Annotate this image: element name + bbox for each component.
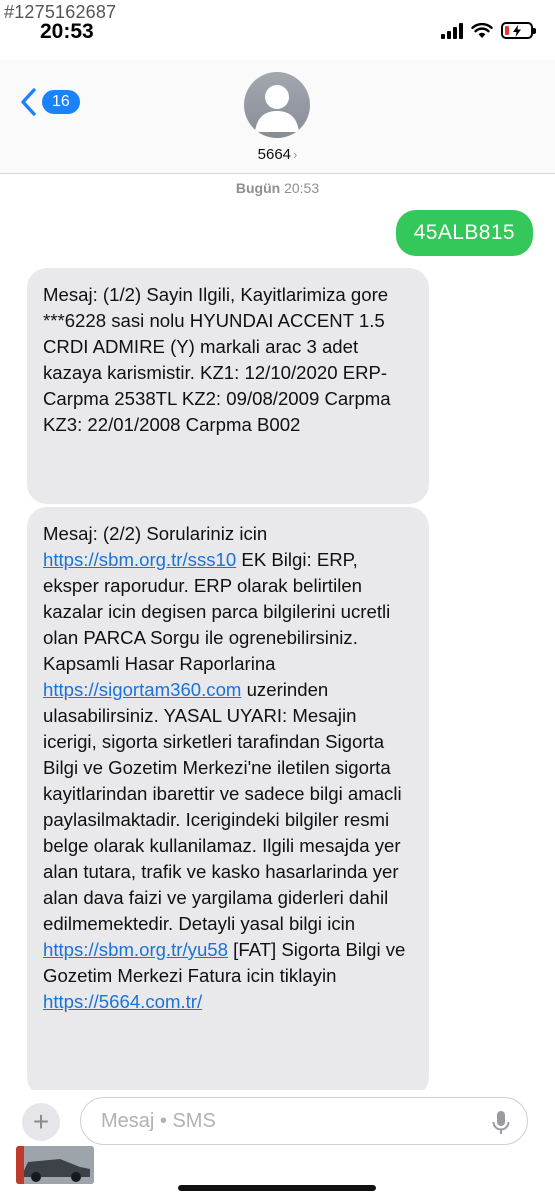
contact-name[interactable]: 5664 › (0, 146, 555, 163)
signal-icon (441, 22, 463, 39)
message-timestamp: Bugün 20:53 (235, 180, 320, 196)
person-icon (255, 85, 299, 132)
conversation-header: 16 5664 › (0, 60, 555, 174)
link-sigortam360[interactable]: https://sigortam360.com (43, 679, 241, 700)
battery-icon (501, 22, 536, 39)
chevron-left-icon (21, 88, 36, 116)
sent-message-bubble[interactable]: 45ALB815 (395, 210, 533, 256)
contact-avatar[interactable] (244, 72, 310, 138)
chevron-right-icon: › (293, 147, 298, 162)
message-text-part: uzerinden ulasabilirsiniz. YASAL UYARI: … (43, 679, 402, 934)
message-text: Mesaj: (1/2) Sayin Ilgili, Kayitlarimiza… (43, 284, 391, 435)
status-icons (441, 22, 536, 39)
home-indicator (178, 1185, 376, 1191)
link-sss10[interactable]: https://sbm.org.tr/sss10 (43, 549, 236, 570)
apps-plus-button[interactable]: + (22, 1103, 60, 1141)
link-5664[interactable]: https://5664.com.tr/ (43, 991, 202, 1012)
microphone-icon[interactable] (491, 1110, 511, 1136)
received-message-bubble-1[interactable]: Mesaj: (1/2) Sayin Ilgili, Kayitlarimiza… (27, 268, 429, 504)
wifi-icon (471, 22, 493, 38)
message-text-part: Mesaj: (2/2) Sorulariniz icin (43, 523, 268, 544)
status-time: 20:53 (40, 20, 94, 43)
message-input[interactable]: Mesaj • SMS (80, 1097, 528, 1145)
compose-bar: + Mesaj • SMS (0, 1090, 555, 1200)
unread-count-badge: 16 (42, 90, 80, 114)
message-input-placeholder: Mesaj • SMS (101, 1109, 216, 1132)
back-button[interactable]: 16 (20, 88, 80, 116)
link-yu58[interactable]: https://sbm.org.tr/yu58 (43, 939, 228, 960)
app-thumbnail[interactable] (16, 1146, 94, 1184)
received-message-bubble-2[interactable]: Mesaj: (2/2) Sorulariniz icin https://sb… (27, 507, 429, 1097)
